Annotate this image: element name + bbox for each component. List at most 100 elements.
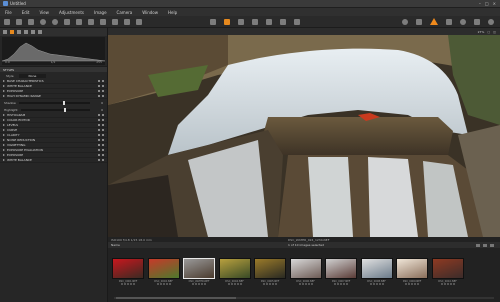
sort-field[interactable]: Name	[111, 243, 120, 247]
menu-image[interactable]: Image	[94, 10, 107, 15]
search-icon[interactable]	[402, 18, 408, 25]
grid-view-icon[interactable]	[476, 243, 480, 247]
selection-count: 1 of 10 images selected	[288, 243, 325, 247]
list-view-icon[interactable]	[490, 243, 494, 247]
picker-icon[interactable]	[280, 19, 286, 25]
image-browser: DSC_0001.NEF DSC_0002.NEF DSC_WATER.NEF DSC…	[108, 248, 500, 302]
info-icon[interactable]	[488, 18, 494, 25]
zoom-level[interactable]: 27%	[478, 30, 485, 34]
style-label: Style	[6, 73, 14, 78]
rotate-left-icon[interactable]	[64, 18, 70, 25]
rating-stars[interactable]	[324, 283, 358, 286]
thumbnail[interactable]	[360, 258, 393, 279]
slider-track[interactable]	[18, 100, 90, 105]
grid-icon[interactable]	[28, 18, 34, 25]
tool-label: WHITE BALANCE	[7, 158, 32, 162]
tool-label: CLARITY	[7, 133, 20, 137]
browser-scrollbar[interactable]	[114, 297, 494, 299]
rating-stars[interactable]	[431, 283, 465, 286]
thumbnail[interactable]	[183, 258, 215, 279]
slider-knob[interactable]	[63, 107, 66, 112]
thumbnail[interactable]	[254, 258, 286, 279]
scroll-thumb[interactable]	[116, 297, 236, 299]
tab-output-icon[interactable]	[38, 30, 42, 34]
styles-header-label: STYLES	[3, 67, 15, 72]
close-button[interactable]: ×	[493, 1, 496, 6]
tab-adjust-icon[interactable]	[10, 30, 14, 34]
maximize-button[interactable]: □	[485, 1, 489, 6]
menu-adjustments[interactable]: Adjustments	[59, 10, 84, 15]
slider-label: Shadow	[4, 100, 16, 105]
thumbnail[interactable]	[218, 258, 251, 279]
paste-icon[interactable]	[100, 18, 106, 25]
tool-label: NOISE REDUCTION	[7, 138, 36, 142]
compare-icon[interactable]: ◫	[493, 30, 496, 34]
tool-label: LEVELS	[7, 123, 19, 127]
spot-icon[interactable]	[266, 19, 272, 25]
tool-white-balance-2[interactable]: WHITE BALANCE	[0, 158, 107, 163]
undo-icon[interactable]	[40, 18, 46, 25]
rating-stars[interactable]	[182, 283, 216, 286]
reset-icon[interactable]	[112, 18, 118, 25]
thumbnail[interactable]	[325, 258, 357, 279]
rating-stars[interactable]	[289, 283, 323, 286]
import-icon[interactable]	[16, 18, 22, 25]
shadow-slider[interactable]: Shadow 0	[0, 99, 107, 106]
rating-stars[interactable]	[147, 283, 181, 286]
menu-help[interactable]: Help	[168, 10, 177, 15]
tab-meta-icon[interactable]	[31, 30, 35, 34]
slider-knob[interactable]	[62, 100, 65, 105]
tools-panel: 0.0 1/2 255 STYLES Style None BASE CHARA…	[0, 28, 108, 302]
export-out-icon[interactable]	[474, 18, 480, 25]
keystone-icon[interactable]	[252, 19, 258, 25]
menu-edit[interactable]: Edit	[22, 10, 30, 15]
rating-stars[interactable]	[395, 283, 429, 286]
export-icon[interactable]	[124, 18, 130, 25]
style-selector[interactable]: Style None	[0, 72, 107, 79]
rating-stars[interactable]	[218, 283, 252, 286]
style-value[interactable]: None	[18, 73, 47, 78]
thumbnail[interactable]	[289, 258, 322, 279]
thumbnail[interactable]	[396, 258, 428, 279]
menu-window[interactable]: Window	[142, 10, 158, 15]
window-title: Untitled	[10, 1, 26, 6]
tool-label: VIGNETTING	[7, 143, 26, 147]
copy-icon[interactable]	[88, 18, 94, 25]
straighten-icon[interactable]	[238, 19, 244, 25]
slider-value[interactable]: 0	[93, 101, 103, 105]
histogram-mid-label: 1/2	[50, 60, 56, 64]
tool-label: BASE CHARACTERISTICS	[7, 79, 44, 83]
settings-icon[interactable]	[136, 18, 142, 25]
rotate-right-icon[interactable]	[76, 18, 82, 25]
crop-icon[interactable]	[224, 19, 230, 25]
tab-color-icon[interactable]	[17, 30, 21, 34]
rating-stars[interactable]	[253, 283, 287, 286]
redo-icon[interactable]	[52, 18, 58, 25]
menu-camera[interactable]: Camera	[117, 10, 133, 15]
filmstrip-view-icon[interactable]	[483, 243, 487, 247]
highlight-slider[interactable]: Highlight 0	[0, 106, 107, 113]
image-viewer[interactable]: 27% ▢ ◫	[108, 28, 500, 237]
menu-bar: File Edit View Adjustments Image Camera …	[0, 8, 500, 16]
loupe-icon[interactable]	[416, 18, 422, 25]
slider-track[interactable]	[20, 107, 90, 112]
thumbnail[interactable]	[112, 258, 144, 279]
app-icon	[3, 1, 8, 6]
warning-icon[interactable]	[430, 18, 438, 25]
rating-stars[interactable]	[111, 283, 145, 286]
menu-view[interactable]: View	[39, 10, 49, 15]
minimize-button[interactable]: –	[479, 1, 481, 6]
tab-library-icon[interactable]	[3, 30, 7, 34]
fit-icon[interactable]: ▢	[487, 30, 490, 34]
print-icon[interactable]	[460, 18, 466, 25]
tab-detail-icon[interactable]	[24, 30, 28, 34]
rating-stars[interactable]	[360, 283, 394, 286]
thumbnail[interactable]	[431, 258, 464, 279]
camera-icon[interactable]	[446, 18, 452, 25]
thumbnail[interactable]	[147, 258, 180, 279]
menu-file[interactable]: File	[5, 10, 12, 15]
pan-icon[interactable]	[210, 19, 216, 25]
folder-icon[interactable]	[4, 18, 10, 25]
brush-icon[interactable]	[294, 19, 300, 25]
slider-value[interactable]: 0	[93, 108, 103, 112]
